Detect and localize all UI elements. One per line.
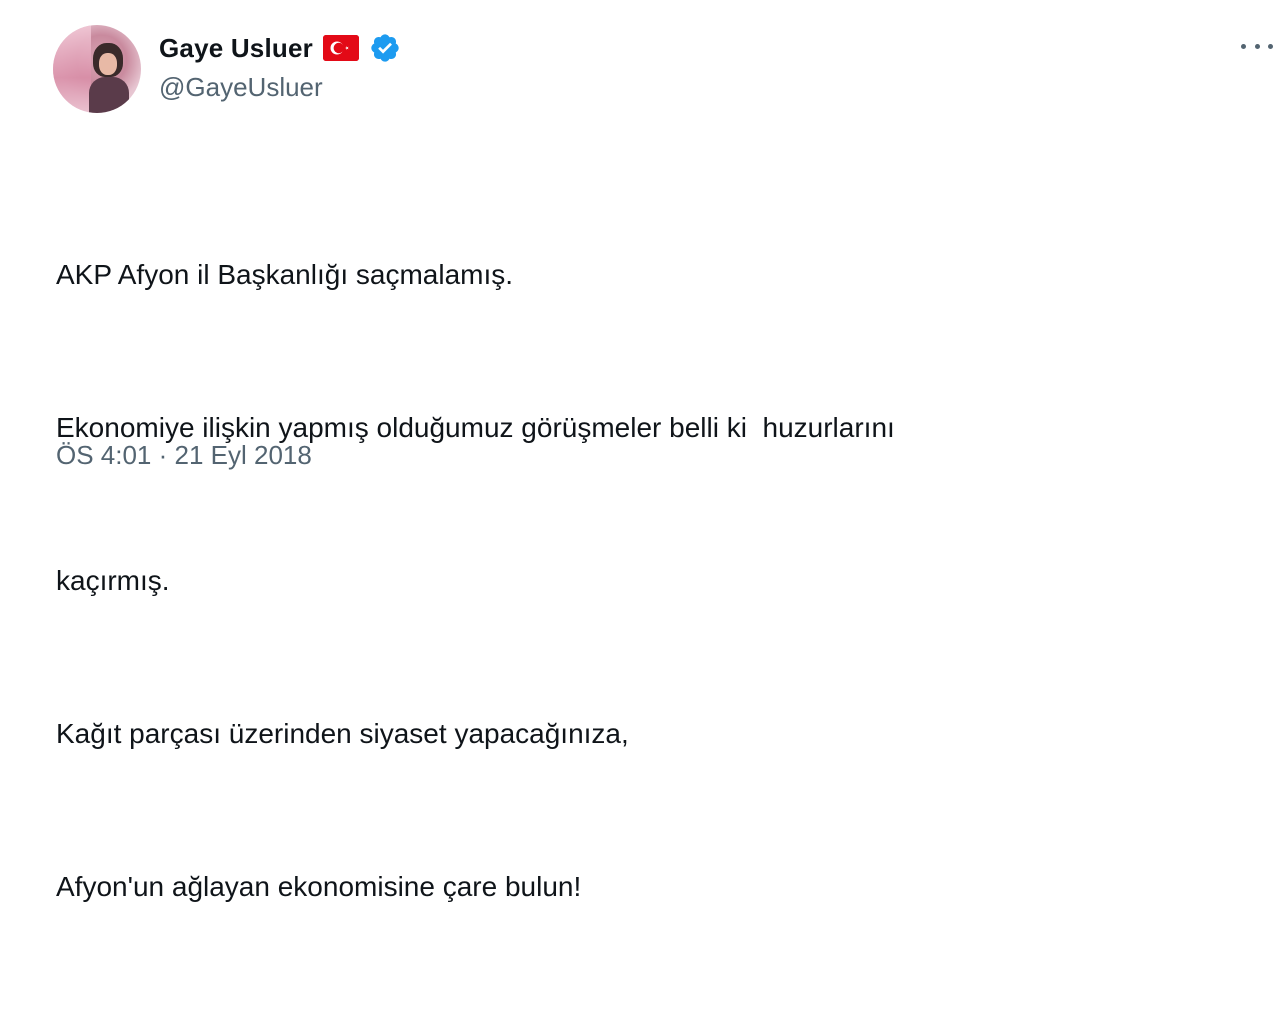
avatar[interactable] <box>53 25 141 113</box>
author-handle[interactable]: @GayeUsluer <box>159 72 323 103</box>
avatar-background <box>53 25 91 113</box>
more-dot <box>1254 43 1260 49</box>
tweet-card: Gaye Usluer @GayeUsluer AKP Afyon il Baş… <box>0 0 1280 902</box>
tweet-timestamp[interactable]: ÖS 4:01 · 21 Eyl 2018 <box>56 440 312 471</box>
more-options-icon[interactable] <box>1241 36 1273 56</box>
tweet-text-line: kaçırmış. <box>56 565 170 596</box>
avatar-face <box>99 53 117 75</box>
turkey-flag-icon <box>322 35 359 61</box>
tweet-text-line: AKP Afyon il Başkanlığı saçmalamış. <box>56 259 514 290</box>
author-name-row: Gaye Usluer <box>159 30 401 66</box>
author-display-name[interactable]: Gaye Usluer <box>159 33 313 64</box>
verified-badge-icon <box>369 32 401 64</box>
tweet-text-line: Afyon'un ağlayan ekonomisine çare bulun! <box>56 871 582 902</box>
tweet-text: AKP Afyon il Başkanlığı saçmalamış. Ekon… <box>56 147 1236 1014</box>
more-dot <box>1268 43 1273 49</box>
more-dot <box>1241 43 1246 49</box>
avatar-body <box>89 77 129 113</box>
tweet-text-line: Kağıt parçası üzerinden siyaset yapacağı… <box>56 718 629 749</box>
